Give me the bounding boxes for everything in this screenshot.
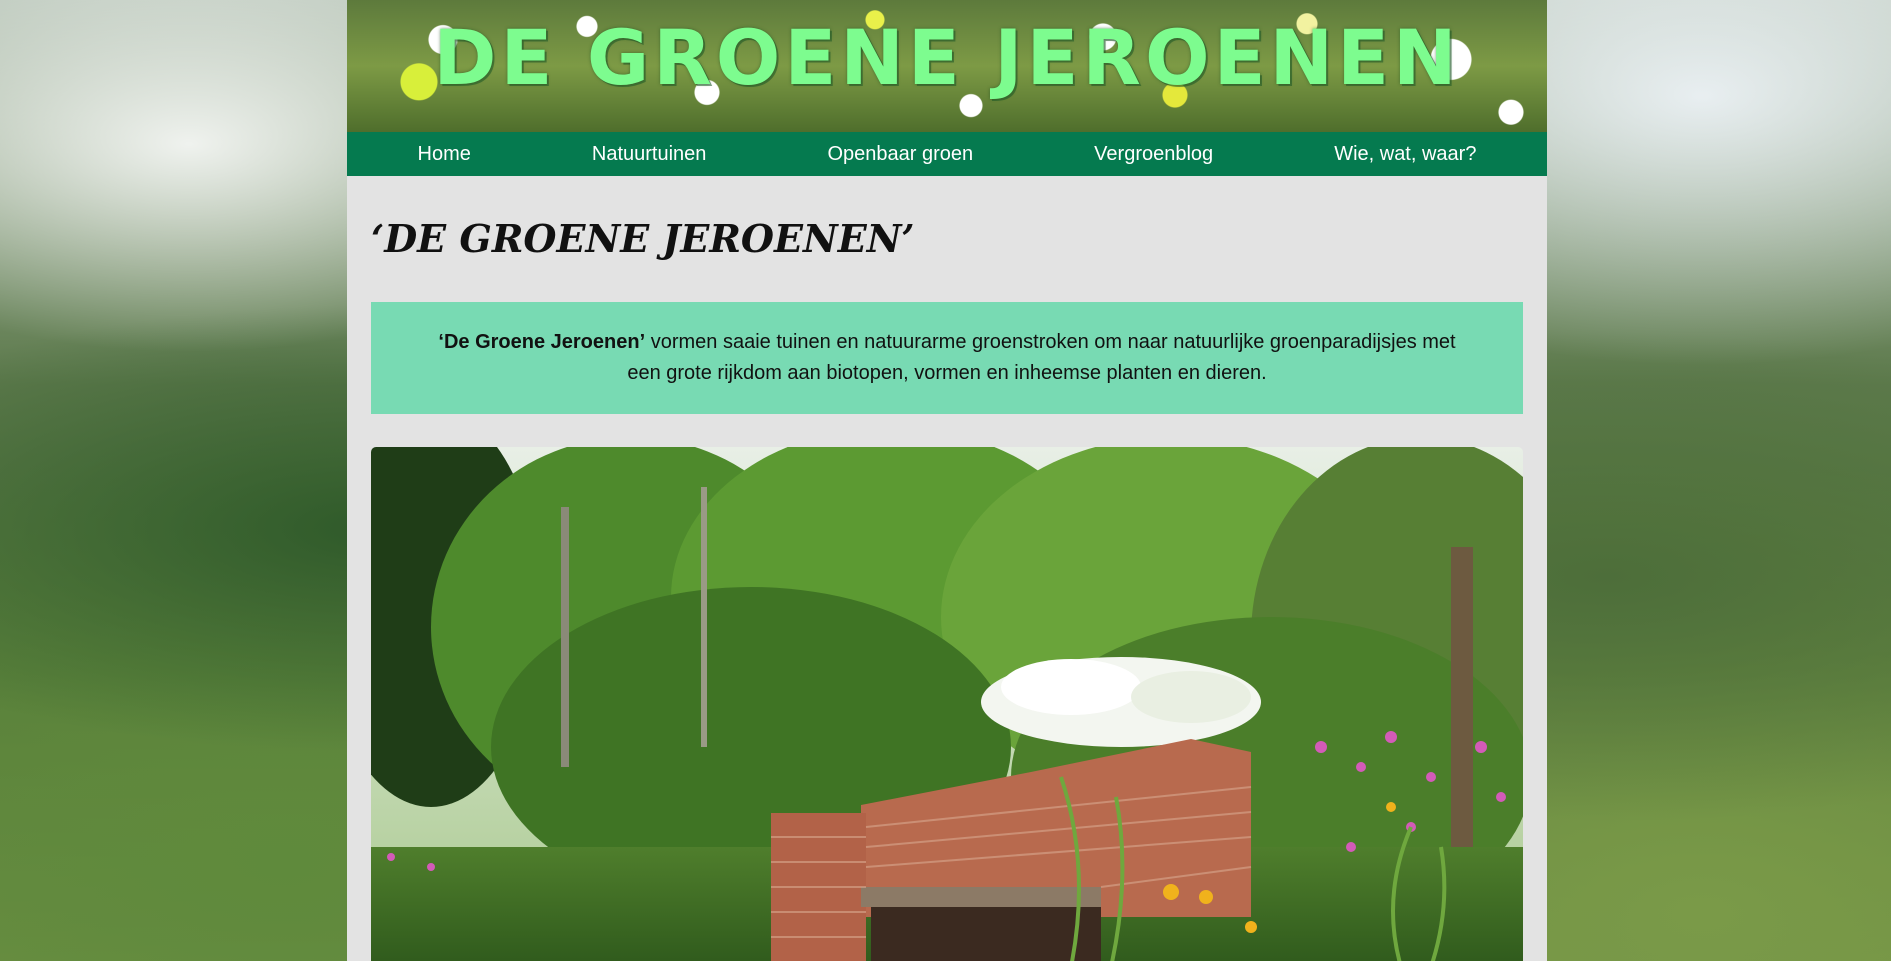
page-container: DE GROENE JEROENEN Home Natuurtuinen Ope…	[347, 0, 1547, 961]
site-banner: DE GROENE JEROENEN	[347, 0, 1547, 132]
nav-item-natuurtuinen[interactable]: Natuurtuinen	[592, 143, 707, 166]
garden-photo	[371, 447, 1523, 961]
intro-bold-text: ‘De Groene Jeroenen’	[438, 331, 646, 353]
garden-photo-illustration	[371, 447, 1523, 961]
intro-box: ‘De Groene Jeroenen’ vormen saaie tuinen…	[371, 302, 1523, 414]
site-title[interactable]: DE GROENE JEROENEN	[347, 20, 1547, 96]
nav-item-vergroenblog[interactable]: Vergroenblog	[1094, 143, 1213, 166]
page-title: ‘DE GROENE JEROENEN’	[371, 216, 915, 261]
nav-item-openbaar-groen[interactable]: Openbaar groen	[827, 143, 973, 166]
nav-item-wie-wat-waar[interactable]: Wie, wat, waar?	[1334, 143, 1476, 166]
nav-item-home[interactable]: Home	[418, 143, 471, 166]
intro-text: ‘De Groene Jeroenen’ vormen saaie tuinen…	[431, 327, 1463, 389]
main-navigation: Home Natuurtuinen Openbaar groen Vergroe…	[347, 132, 1547, 176]
intro-body-text: vormen saaie tuinen en natuurarme groens…	[627, 331, 1456, 384]
main-content: ‘DE GROENE JEROENEN’ ‘De Groene Jeroenen…	[347, 176, 1547, 961]
